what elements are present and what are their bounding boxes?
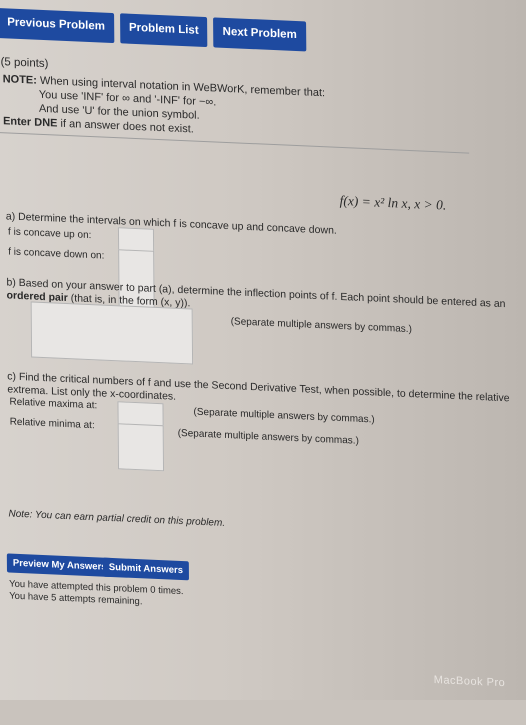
next-problem-button[interactable]: Next Problem [213,17,306,52]
interval-notation-note: NOTE: When using interval notation in We… [3,72,473,149]
part-c-hint-2: (Separate multiple answers by commas.) [177,427,359,447]
note-label: NOTE: [2,73,37,87]
inflection-points-input[interactable] [30,301,194,365]
concave-up-label: f is concave up on: [7,226,92,242]
submit-answers-button[interactable]: Submit Answers [102,557,190,581]
laptop-bezel-watermark: MacBook Pro [433,674,506,690]
partial-credit-note: Note: You can earn partial credit on thi… [8,508,226,529]
problem-list-button[interactable]: Problem List [119,13,208,48]
part-b-hint: (Separate multiple answers by commas.) [230,316,412,336]
note-dne-label: Enter DNE [3,115,58,130]
problem-navigation: Previous Problem Problem List Next Probl… [0,8,306,52]
relative-minima-label: Relative minima at: [9,416,95,432]
relative-minima-input[interactable] [117,423,165,472]
preview-answers-button[interactable]: Preview My Answers [6,553,113,578]
function-definition: f(x) = x² ln x, x > 0. [339,192,447,213]
webwork-problem-page: Previous Problem Problem List Next Probl… [0,0,526,725]
previous-problem-button[interactable]: Previous Problem [0,8,115,44]
concave-down-label: f is concave down on: [8,246,105,262]
problem-points: (5 points) [0,56,49,71]
